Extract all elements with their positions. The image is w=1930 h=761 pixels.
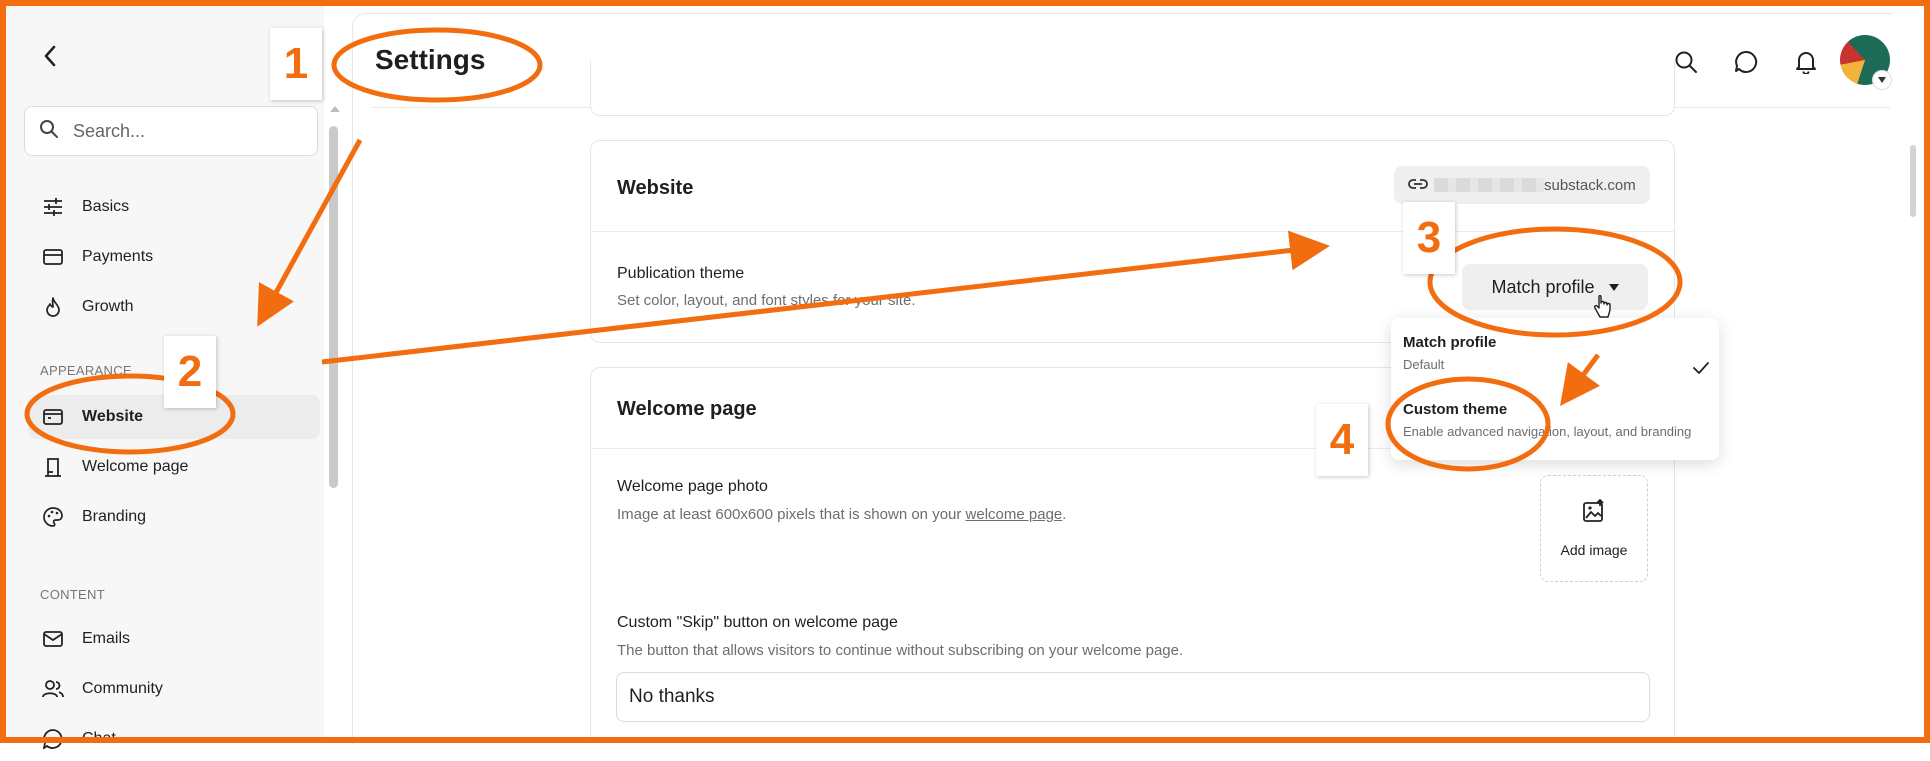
step-number-2: 2 xyxy=(164,336,216,408)
search-box[interactable] xyxy=(24,106,318,156)
option-title: Custom theme xyxy=(1403,401,1508,418)
caret-down-icon xyxy=(1608,283,1619,291)
link-icon xyxy=(1408,177,1428,194)
sidebar-section-appearance: APPEARANCE xyxy=(40,363,132,378)
url-suffix: substack.com xyxy=(1544,176,1636,194)
main-scrollbar[interactable] xyxy=(1910,145,1916,217)
welcome-card-title: Welcome page xyxy=(617,398,757,420)
skip-button-title: Custom "Skip" button on welcome page xyxy=(617,614,898,631)
sidebar-item-chat[interactable]: Chat xyxy=(28,717,320,761)
welcome-photo-desc-end: . xyxy=(1062,506,1067,523)
skip-button-text-input[interactable] xyxy=(616,672,1650,722)
sidebar-item-welcome-page[interactable]: Welcome page xyxy=(28,445,320,489)
sidebar-item-branding[interactable]: Branding xyxy=(28,495,320,539)
theme-dropdown-button[interactable]: Match profile xyxy=(1462,264,1648,310)
publication-theme-desc: Set color, layout, and font styles for y… xyxy=(617,292,916,309)
chat-icon xyxy=(42,728,64,750)
doorway-icon xyxy=(42,456,64,478)
page-title: Settings xyxy=(375,44,486,75)
sidebar-item-basics[interactable]: Basics xyxy=(28,185,320,229)
checkmark-icon xyxy=(1693,362,1709,374)
welcome-photo-title: Welcome page photo xyxy=(617,478,768,495)
skip-button-desc: The button that allows visitors to conti… xyxy=(617,642,1184,659)
sidebar-item-label: Website xyxy=(82,408,144,425)
mail-icon xyxy=(42,628,64,650)
sidebar-item-label: Basics xyxy=(82,198,130,215)
publication-theme-title: Publication theme xyxy=(617,265,745,282)
sidebar-scrollbar[interactable] xyxy=(329,126,338,488)
back-arrow-icon[interactable] xyxy=(34,40,66,72)
previous-card-bottom xyxy=(590,60,1675,116)
theme-dropdown-menu: Match profile Default Custom theme Enabl… xyxy=(1391,318,1719,460)
chevron-down-icon[interactable] xyxy=(1872,70,1892,90)
redacted-subdomain xyxy=(1434,178,1544,192)
card-divider xyxy=(591,231,1674,232)
option-subtitle: Enable advanced navigation, layout, and … xyxy=(1403,424,1692,439)
chat-bubble-icon[interactable] xyxy=(1730,46,1762,78)
sidebar-item-label: Welcome page xyxy=(82,458,189,475)
sidebar-item-label: Community xyxy=(82,680,163,697)
search-icon xyxy=(39,119,59,144)
sidebar-item-community[interactable]: Community xyxy=(28,667,320,711)
website-url-chip[interactable]: substack.com xyxy=(1394,166,1650,204)
welcome-photo-desc-text: Image at least 600x600 pixels that is sh… xyxy=(617,506,966,523)
sidebar-item-label: Branding xyxy=(82,508,147,525)
add-image-button[interactable]: Add image xyxy=(1540,475,1648,582)
add-image-label: Add image xyxy=(1560,542,1628,558)
sidebar-item-label: Chat xyxy=(82,730,116,747)
sidebar-item-growth[interactable]: Growth xyxy=(28,285,320,329)
hand-cursor-icon xyxy=(1594,295,1611,318)
image-upload-icon xyxy=(1582,498,1606,528)
step-number-1: 1 xyxy=(270,28,322,100)
sidebar-section-content: CONTENT xyxy=(40,587,105,602)
sliders-icon xyxy=(42,196,64,218)
sidebar-item-label: Emails xyxy=(82,630,131,647)
option-title: Match profile xyxy=(1403,334,1497,351)
browser-window-icon xyxy=(42,406,64,428)
flame-icon xyxy=(42,296,64,318)
theme-option-match-profile[interactable]: Match profile Default xyxy=(1403,334,1709,374)
search-input[interactable] xyxy=(71,119,295,143)
bell-icon[interactable] xyxy=(1790,46,1822,78)
step-number-3: 3 xyxy=(1403,202,1455,274)
theme-dropdown-label: Match profile xyxy=(1491,276,1595,297)
welcome-photo-desc: Image at least 600x600 pixels that is sh… xyxy=(617,506,1066,523)
sidebar-item-label: Growth xyxy=(82,298,134,315)
sidebar-scroll-up-icon[interactable] xyxy=(330,106,340,112)
sidebar-item-label: Payments xyxy=(82,248,154,265)
step-number-4: 4 xyxy=(1316,404,1368,476)
option-subtitle: Default xyxy=(1403,357,1445,372)
website-card-title: Website xyxy=(617,177,694,199)
credit-card-icon xyxy=(42,246,64,268)
palette-icon xyxy=(42,506,64,528)
theme-option-custom-theme[interactable]: Custom theme Enable advanced navigation,… xyxy=(1403,401,1703,439)
welcome-page-link[interactable]: welcome page xyxy=(966,506,1063,523)
sidebar-item-payments[interactable]: Payments xyxy=(28,235,320,279)
people-icon xyxy=(42,678,64,700)
sidebar-item-emails[interactable]: Emails xyxy=(28,617,320,661)
